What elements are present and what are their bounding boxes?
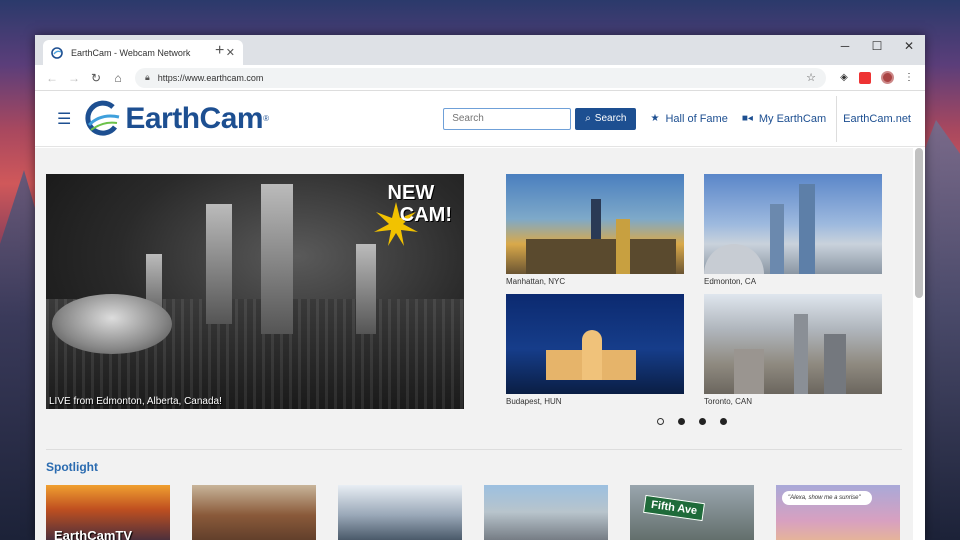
featured-label-manhattan: Manhattan, NYC	[506, 277, 566, 286]
building	[770, 204, 784, 274]
spotlight-item[interactable]	[484, 485, 608, 540]
tab-strip: EarthCam - Webcam Network ✕ + ─ ☐ ✕	[35, 35, 925, 65]
new-cam-badge-line2: CAM!	[399, 204, 452, 226]
nav-earthcam-net[interactable]: EarthCam.net	[843, 113, 911, 125]
registered-mark: ®	[263, 114, 269, 123]
browser-toolbar: ← → ↻ ⌂ 🔒︎ https://www.earthcam.com ☆ ◈ …	[35, 65, 925, 91]
browser-tab[interactable]: EarthCam - Webcam Network ✕	[43, 40, 243, 65]
featured-thumb-manhattan[interactable]	[506, 174, 684, 274]
building	[824, 334, 846, 394]
carousel-dot[interactable]	[699, 418, 706, 425]
header-divider	[836, 95, 838, 142]
hero-arena	[52, 294, 172, 354]
building	[734, 349, 764, 394]
hamburger-menu-icon[interactable]: ☰	[57, 109, 71, 129]
nav-hall-of-fame-label: Hall of Fame	[665, 112, 728, 125]
building	[794, 314, 808, 394]
carousel-dot[interactable]	[720, 418, 727, 425]
hero-tower	[356, 244, 376, 334]
site-header: ☰ EarthCam ® ⌕ Search ★ Hall of Fame	[35, 91, 925, 147]
minimize-button[interactable]: ─	[829, 35, 861, 57]
earthcam-logo[interactable]: EarthCam ®	[83, 99, 269, 139]
lock-icon: 🔒︎	[145, 72, 150, 82]
new-cam-badge-line1: NEW	[387, 182, 435, 204]
url-text: https://www.earthcam.com	[157, 72, 264, 83]
featured-label-budapest: Budapest, HUN	[506, 397, 562, 406]
building	[616, 219, 630, 274]
earthcam-logo-icon	[85, 100, 120, 136]
spotlight-item[interactable]	[338, 485, 462, 540]
web-page: ☰ EarthCam ® ⌕ Search ★ Hall of Fame	[35, 91, 925, 540]
new-cam-badge: NEW CAM!	[370, 182, 452, 226]
featured-label-toronto: Toronto, CAN	[704, 397, 753, 406]
logo-text: EarthCam	[125, 101, 264, 135]
nav-my-earthcam[interactable]: ■◂ My EarthCam	[742, 113, 826, 125]
new-tab-button[interactable]: +	[215, 42, 224, 60]
featured-thumb-edmonton[interactable]	[704, 174, 882, 274]
tab-close-icon[interactable]: ✕	[226, 46, 235, 59]
spotlight-item[interactable]	[192, 485, 316, 540]
tab-title: EarthCam - Webcam Network	[71, 47, 191, 58]
building	[704, 244, 764, 274]
search-button[interactable]: ⌕ Search	[575, 107, 637, 130]
section-divider	[46, 449, 902, 450]
fifth-ave-sign: Fifth Ave	[643, 494, 706, 522]
back-arrow-icon[interactable]: ←	[41, 71, 63, 85]
building	[799, 184, 815, 274]
nav-hall-of-fame[interactable]: ★ Hall of Fame	[650, 113, 727, 125]
hero-tower	[206, 204, 232, 324]
spotlight-item[interactable]: EarthCamTV	[46, 485, 170, 540]
main-content: NEW CAM! LIVE from Edmonton, Alberta, Ca…	[35, 148, 913, 540]
hero-camera-image[interactable]: NEW CAM! LIVE from Edmonton, Alberta, Ca…	[46, 174, 464, 409]
page-scrollbar[interactable]	[915, 148, 923, 298]
forward-arrow-icon[interactable]: →	[63, 71, 85, 85]
hero-tower	[261, 184, 293, 334]
building	[582, 330, 602, 380]
spotlight-item[interactable]: "Alexa, show me a sunrise"	[776, 485, 900, 540]
menu-dots-icon[interactable]: ⋮	[899, 72, 919, 83]
red-extension-icon[interactable]	[859, 71, 871, 84]
spotlight-item-label: EarthCamTV	[54, 528, 133, 540]
reload-icon[interactable]: ↻	[85, 71, 107, 85]
earthcam-favicon-icon	[51, 46, 63, 59]
featured-thumb-budapest[interactable]	[506, 294, 684, 394]
address-bar[interactable]: 🔒︎ https://www.earthcam.com ☆	[135, 67, 826, 88]
layers-extension-icon[interactable]: ◈	[834, 72, 854, 83]
desktop-wallpaper-left	[0, 170, 40, 540]
nav-my-earthcam-label: My EarthCam	[758, 112, 827, 125]
carousel-dot[interactable]	[678, 418, 685, 425]
carousel-dots	[657, 418, 741, 425]
home-icon[interactable]: ⌂	[107, 71, 129, 85]
alexa-speech-bubble: "Alexa, show me a sunrise"	[782, 491, 872, 505]
bookmark-star-icon[interactable]: ☆	[806, 71, 816, 84]
search-button-label: Search	[594, 113, 627, 124]
featured-label-edmonton: Edmonton, CA	[704, 277, 757, 286]
star-icon: ★	[650, 113, 660, 124]
browser-window: EarthCam - Webcam Network ✕ + ─ ☐ ✕ ← → …	[35, 35, 925, 540]
building	[526, 239, 676, 274]
search-icon: ⌕	[585, 113, 591, 124]
spotlight-item[interactable]: Fifth Ave	[630, 485, 754, 540]
close-window-button[interactable]: ✕	[893, 35, 925, 57]
spotlight-title: Spotlight	[46, 460, 98, 474]
video-camera-icon: ■◂	[741, 113, 753, 124]
hero-caption: LIVE from Edmonton, Alberta, Canada!	[49, 396, 222, 407]
profile-avatar[interactable]	[881, 71, 894, 84]
carousel-dot[interactable]	[657, 418, 664, 425]
search-input[interactable]	[443, 107, 572, 130]
maximize-button[interactable]: ☐	[861, 35, 893, 57]
featured-thumb-toronto[interactable]	[704, 294, 882, 394]
window-controls: ─ ☐ ✕	[829, 35, 925, 57]
desktop-wallpaper-right	[920, 120, 960, 540]
